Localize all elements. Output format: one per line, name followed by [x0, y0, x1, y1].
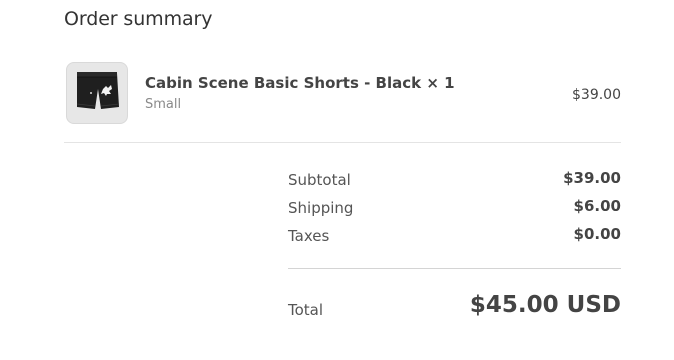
shipping-line: Shipping $6.00: [288, 196, 621, 224]
taxes-value: $0.00: [573, 225, 621, 243]
subtotal-value: $39.00: [563, 169, 621, 187]
subtotal-label: Subtotal: [288, 171, 351, 189]
product-name: Cabin Scene Basic Shorts - Black × 1: [145, 74, 455, 92]
shipping-value: $6.00: [573, 197, 621, 215]
product-price: $39.00: [572, 87, 621, 103]
subtotal-line: Subtotal $39.00: [288, 168, 621, 196]
taxes-line: Taxes $0.00: [288, 224, 621, 252]
taxes-label: Taxes: [288, 227, 330, 245]
order-summary-panel: Order summary Cabin Scene Basic Shorts -…: [0, 0, 674, 360]
order-summary-heading: Order summary: [64, 8, 213, 30]
total-value: $45.00 USD: [469, 292, 621, 318]
total-label: Total: [288, 301, 324, 319]
total-line: Total $45.00 USD: [288, 292, 621, 326]
divider: [64, 142, 621, 143]
divider: [288, 268, 621, 269]
shorts-image-icon: [76, 72, 120, 109]
product-variant: Small: [145, 97, 182, 112]
shipping-label: Shipping: [288, 199, 354, 217]
product-thumbnail: [66, 62, 128, 124]
totals-breakdown: Subtotal $39.00 Shipping $6.00 Taxes $0.…: [288, 168, 621, 252]
line-item: Cabin Scene Basic Shorts - Black × 1 Sma…: [64, 62, 621, 126]
